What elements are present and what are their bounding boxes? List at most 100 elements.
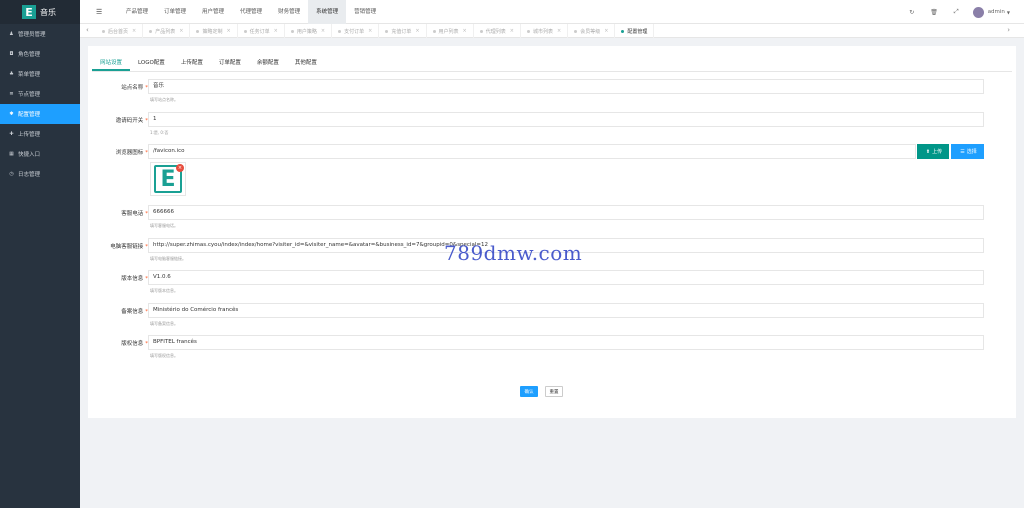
logo-icon: E <box>22 5 36 19</box>
sidebar-item[interactable]: ✱ 配置管理 <box>0 104 80 124</box>
gear-icon: ✱ <box>9 111 14 117</box>
config-card: 网站设置 LOGO配置 上传配置 订单配置 余额配置 其他配置 站点名称 * 音乐 填写站点… <box>88 46 1016 418</box>
copyright-input[interactable]: BPFITEL francês <box>148 335 984 350</box>
list-icon: ≣ <box>9 91 14 97</box>
tab-label: 用户策略 <box>296 28 317 35</box>
tab-dot-icon <box>621 29 625 33</box>
fullscreen-icon[interactable]: ⤢ <box>954 8 959 16</box>
favicon-input[interactable]: /favicon.ico <box>148 144 916 159</box>
sidebar-item[interactable]: ≣ 节点管理 <box>0 84 80 104</box>
select-button[interactable]: ☰ 选择 <box>951 144 984 159</box>
tab-dot-icon <box>243 29 247 33</box>
version-input[interactable]: V1.0.6 <box>148 270 984 285</box>
chevron-right-icon[interactable]: › <box>1007 26 1010 34</box>
close-icon[interactable]: × <box>176 164 184 172</box>
page-tab[interactable]: 城市列表 × <box>521 24 569 38</box>
top-nav-item[interactable]: 代理管理 <box>232 0 270 24</box>
service-link-label: 电脑客服链接 * <box>110 244 148 250</box>
logo[interactable]: E 音乐 <box>0 0 80 24</box>
config-sub-tab[interactable]: 网站设置 <box>92 56 131 71</box>
tab-label: 城市列表 <box>532 28 553 35</box>
page-tab[interactable]: 配置管理 <box>615 24 655 38</box>
tab-dot-icon <box>432 29 436 33</box>
tab-dot-icon <box>479 29 483 33</box>
page-tab[interactable]: 代理列表 × <box>474 24 521 38</box>
list-icon: ☰ <box>960 148 965 155</box>
top-nav-item[interactable]: 产品管理 <box>118 0 156 24</box>
tab-label: 用户列表 <box>438 28 459 35</box>
menu-toggle-icon[interactable]: ☰ <box>96 8 102 16</box>
reset-button[interactable]: 重置 <box>545 386 563 397</box>
service-phone-hint: 填写客服电话。 <box>150 223 178 228</box>
sidebar-item[interactable]: ✚ 上传管理 <box>0 124 80 144</box>
config-sub-tab[interactable]: 余额配置 <box>249 56 287 71</box>
chevron-left-icon[interactable]: ‹ <box>86 26 89 34</box>
invite-switch-input[interactable]: 1 <box>148 112 984 127</box>
watermark: 789dmw.com <box>444 241 583 265</box>
config-sub-tab[interactable]: 其他配置 <box>287 56 325 71</box>
top-nav-item[interactable]: 营销管理 <box>346 0 384 24</box>
tab-bar: ‹ 后台首页 × 产品列表 × 策略定制 × 任务订单 × 用户策略 × 支付订单 × 充值订单 × 用户列… <box>80 24 1024 38</box>
page-tab[interactable]: 用户列表 × <box>427 24 474 38</box>
sidebar-item-label: 日志管理 <box>18 172 41 178</box>
close-icon[interactable]: × <box>604 28 608 34</box>
page-tab[interactable]: 后台首页 × <box>96 24 144 38</box>
avatar[interactable] <box>972 6 984 18</box>
close-icon[interactable]: × <box>226 28 230 34</box>
sidebar-item[interactable]: ◘ 角色管理 <box>0 44 80 64</box>
close-icon[interactable]: × <box>132 28 136 34</box>
service-phone-input[interactable]: 666666 <box>148 205 984 220</box>
close-icon[interactable]: × <box>274 28 278 34</box>
tab-label: 后台首页 <box>108 28 129 35</box>
close-icon[interactable]: × <box>179 28 183 34</box>
config-sub-tab[interactable]: 上传配置 <box>173 56 211 71</box>
invite-switch-label: 邀请码开关 * <box>115 118 148 124</box>
page-tab[interactable]: 产品列表 × <box>143 24 191 38</box>
tab-dot-icon <box>526 29 530 33</box>
tab-dot-icon <box>290 29 294 33</box>
page-tab[interactable]: 会员等级 × <box>568 24 616 38</box>
page-tab[interactable]: 任务订单 × <box>238 24 285 38</box>
upload-button[interactable]: ⬆ 上传 <box>917 144 949 159</box>
tab-dot-icon <box>338 29 342 33</box>
page-tab[interactable]: 充值订单 × <box>379 24 427 38</box>
config-sub-tabs: 网站设置 LOGO配置 上传配置 订单配置 余额配置 其他配置 <box>92 56 1012 72</box>
sidebar: E 音乐 ♟ 管理员管理 ◘ 角色管理 ♣ 菜单管理 ≣ 节点管理 ✱ 配置管理 ✚ 上传管理 ▦ 快捷入… <box>0 0 80 508</box>
site-name-input[interactable]: 音乐 <box>148 79 984 94</box>
sidebar-item[interactable]: ♣ 菜单管理 <box>0 64 80 84</box>
record-info-input[interactable]: Ministério do Comércio francês <box>148 303 984 318</box>
favicon-preview: E × <box>150 162 186 196</box>
close-icon[interactable]: × <box>557 28 561 34</box>
id-card-icon: ◘ <box>9 51 14 57</box>
top-nav-item[interactable]: 订单管理 <box>156 0 194 24</box>
refresh-icon[interactable]: ↻ <box>909 9 914 16</box>
sidebar-item-label: 管理员管理 <box>18 32 46 38</box>
site-name-label: 站点名称 * <box>121 85 148 91</box>
sidebar-item-label: 角色管理 <box>18 52 41 58</box>
top-nav-item[interactable]: 用户管理 <box>194 0 232 24</box>
service-link-hint: 填写电脑客服链接。 <box>150 256 186 261</box>
sidebar-item[interactable]: ♟ 管理员管理 <box>0 24 80 44</box>
config-sub-tab[interactable]: LOGO配置 <box>130 56 173 71</box>
tab-label: 配置管理 <box>627 28 648 35</box>
close-icon[interactable]: × <box>510 28 514 34</box>
user-name[interactable]: admin <box>988 9 1005 15</box>
confirm-button[interactable]: 确认 <box>520 386 538 397</box>
page-tab[interactable]: 支付订单 × <box>332 24 380 38</box>
sidebar-item[interactable]: ◷ 日志管理 <box>0 164 80 184</box>
invite-switch-hint: 1:是, 0:否 <box>150 130 169 135</box>
close-icon[interactable]: × <box>463 28 467 34</box>
trash-icon[interactable]: 🗑 <box>930 9 938 16</box>
sidebar-item[interactable]: ▦ 快捷入口 <box>0 144 80 164</box>
tab-dot-icon <box>102 29 105 33</box>
top-nav-item[interactable]: 系统管理 <box>308 0 347 24</box>
close-icon[interactable]: × <box>321 28 325 34</box>
close-icon[interactable]: × <box>368 28 372 34</box>
config-sub-tab[interactable]: 订单配置 <box>211 56 249 71</box>
chevron-down-icon[interactable]: ▼ <box>1007 10 1010 15</box>
page-tab[interactable]: 用户策略 × <box>285 24 333 38</box>
top-nav-item[interactable]: 财务管理 <box>270 0 308 24</box>
tab-dot-icon <box>196 29 200 33</box>
close-icon[interactable]: × <box>415 28 419 34</box>
page-tab[interactable]: 策略定制 × <box>190 24 238 38</box>
